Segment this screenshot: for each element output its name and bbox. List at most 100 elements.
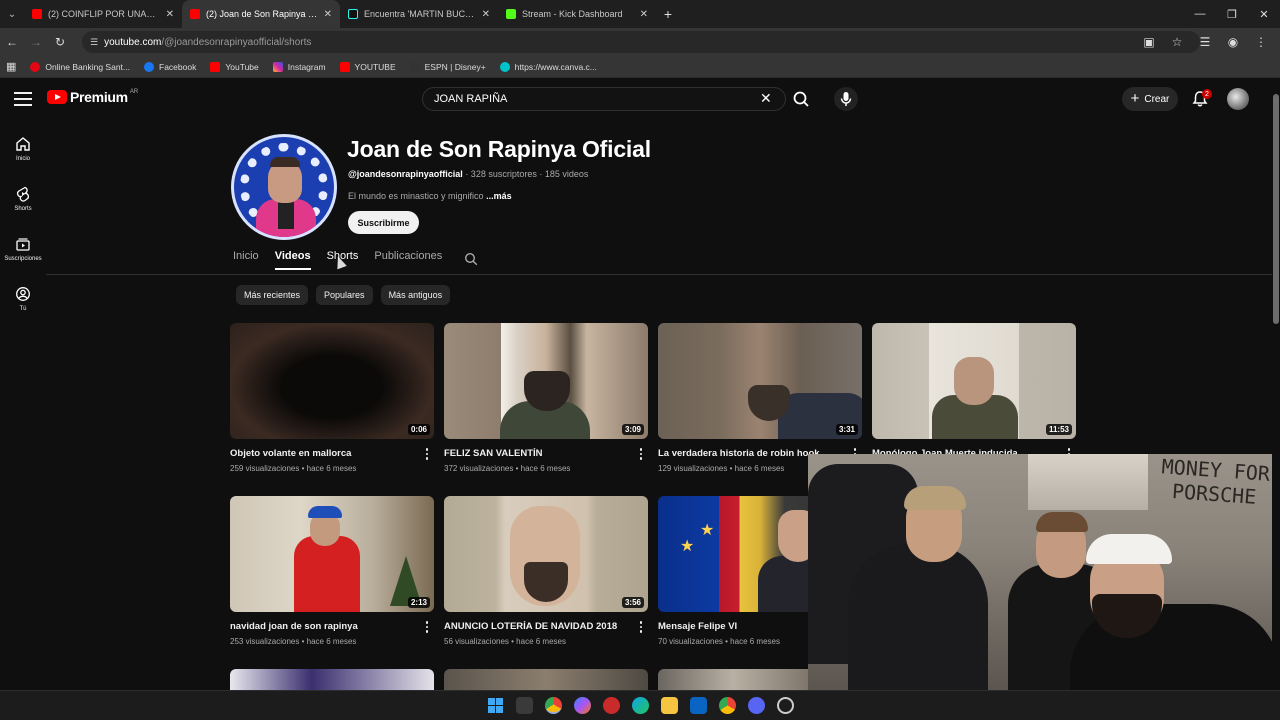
instagram-favicon-icon	[272, 61, 283, 72]
bookmark-item[interactable]: Online Banking Sant...	[30, 61, 130, 72]
close-window-icon[interactable]: ✕	[1248, 0, 1280, 28]
video-thumbnail[interactable]	[230, 669, 434, 690]
file-explorer-icon[interactable]	[660, 697, 678, 714]
red-app-icon[interactable]	[602, 697, 620, 714]
channel-search-icon[interactable]	[464, 252, 478, 266]
webcam-hair-left	[904, 486, 966, 510]
reload-icon[interactable]: ↻	[48, 28, 72, 56]
close-tab-icon[interactable]: ✕	[640, 9, 648, 20]
bookmark-star-icon[interactable]: ☆	[1166, 35, 1188, 49]
chip-oldest[interactable]: Más antiguos	[380, 285, 451, 305]
windows-start-icon[interactable]	[487, 697, 504, 714]
chrome-taskbar-icon[interactable]	[544, 697, 562, 714]
search-button[interactable]	[788, 89, 814, 109]
tab-search-menu-icon[interactable]: ⌄	[0, 0, 24, 28]
edge-icon[interactable]	[631, 697, 649, 714]
bookmark-item[interactable]: YOUTUBE	[339, 61, 396, 72]
create-button[interactable]: + Crear	[1122, 87, 1178, 111]
chrome-menu-icon[interactable]: ⋮	[1250, 35, 1272, 49]
video-card[interactable]: 3:56 ANUNCIO LOTERÍA DE NAVIDAD 2018 56 …	[444, 496, 648, 646]
rail-label: Tú	[19, 306, 27, 312]
browser-tab[interactable]: (2) COINFLIP POR UNAS ZAPATILLAS ✕	[24, 0, 182, 28]
bookmark-item[interactable]: Facebook	[144, 61, 196, 72]
video-thumbnail[interactable]	[658, 669, 808, 690]
site-info-icon[interactable]: ☰	[90, 37, 98, 48]
video-card[interactable]: 11:53 Monólogo Joan Muerte inducida	[872, 323, 1076, 464]
rail-item-you[interactable]: Tú	[0, 274, 46, 324]
profile-icon[interactable]: ◉	[1222, 35, 1244, 49]
address-bar[interactable]: ☰ youtube.com/@joandesonrapinyaofficial/…	[82, 31, 1200, 53]
clear-search-icon[interactable]: ✕	[760, 91, 772, 105]
tab-inicio[interactable]: Inicio	[233, 250, 259, 270]
more-link[interactable]: ...más	[486, 191, 512, 201]
more-actions-icon[interactable]	[638, 620, 644, 634]
close-tab-icon[interactable]: ✕	[324, 9, 332, 20]
bookmark-item[interactable]: Instagram	[272, 61, 326, 72]
video-title[interactable]: navidad joan de son rapinya	[230, 621, 416, 632]
tab-publicaciones[interactable]: Publicaciones	[374, 250, 442, 270]
canva-favicon-icon	[499, 61, 510, 72]
channel-avatar[interactable]	[231, 134, 337, 240]
menu-hamburger-icon[interactable]	[14, 90, 32, 108]
chip-recent[interactable]: Más recientes	[236, 285, 309, 305]
video-thumbnail[interactable]: 3:56	[444, 496, 648, 612]
video-card[interactable]: 0:06 Objeto volante en mallorca 259 visu…	[230, 323, 434, 473]
channel-description[interactable]: El mundo es minastico y mignifico ...más	[348, 191, 512, 201]
close-tab-icon[interactable]: ✕	[482, 9, 490, 20]
google-chrome-icon[interactable]	[718, 697, 736, 714]
rail-item-home[interactable]: Inicio	[0, 124, 46, 174]
video-card[interactable]: 3:09 FELIZ SAN VALENTÍN 372 visualizacio…	[444, 323, 648, 473]
video-thumbnail[interactable]: 2:13	[230, 496, 434, 612]
video-thumbnail[interactable]: 11:53	[872, 323, 1076, 439]
settings-gear-icon[interactable]	[776, 697, 794, 714]
bookmark-item[interactable]: YouTube	[210, 61, 259, 72]
back-arrow-icon[interactable]: ←	[0, 28, 24, 56]
channel-meta: @joandesonrapinyaofficial · 328 suscript…	[348, 169, 588, 179]
video-title[interactable]: Objeto volante en mallorca	[230, 448, 416, 459]
video-card[interactable]: 3:31 La verdadera historia de robin hook…	[658, 323, 862, 473]
search-input[interactable]: JOAN RAPIÑA	[422, 87, 786, 111]
thumb-beard	[524, 371, 570, 411]
restore-icon[interactable]: ❐	[1216, 0, 1248, 28]
video-thumbnail[interactable]	[444, 669, 648, 690]
scrollbar-thumb[interactable]	[1273, 94, 1279, 324]
video-thumbnail[interactable]: 3:31	[658, 323, 862, 439]
rail-item-shorts[interactable]: Shorts	[0, 174, 46, 224]
video-title[interactable]: ANUNCIO LOTERÍA DE NAVIDAD 2018	[444, 621, 630, 632]
browser-tab[interactable]: Encuentra 'MARTIN BUCCIERI' en TikTok ✕	[340, 0, 498, 28]
page-scrollbar[interactable]	[1272, 80, 1280, 690]
browser-tab-active[interactable]: (2) Joan de Son Rapinya Oficial ✕	[182, 0, 340, 28]
bookmark-item[interactable]: https://www.canva.c...	[499, 61, 597, 72]
video-title[interactable]: FELIZ SAN VALENTÍN	[444, 448, 630, 459]
media-control-icon[interactable]: ☰	[1194, 35, 1216, 49]
chip-popular[interactable]: Populares	[316, 285, 373, 305]
voice-search-button[interactable]	[834, 87, 858, 111]
task-view-icon[interactable]	[515, 697, 533, 714]
new-tab-button[interactable]: +	[656, 0, 680, 28]
bookmark-item[interactable]: ESPN | Disney+	[409, 61, 486, 72]
youtube-play-icon	[47, 90, 67, 104]
sort-chips: Más recientes Populares Más antiguos	[236, 285, 451, 305]
youtube-premium-logo[interactable]: Premium AR	[47, 89, 138, 105]
more-actions-icon[interactable]	[638, 447, 644, 461]
minimize-icon[interactable]: —	[1184, 0, 1216, 28]
duration-badge: 3:09	[621, 424, 644, 435]
copilot-icon[interactable]	[573, 697, 591, 714]
rail-item-subscriptions[interactable]: Suscripciones	[0, 224, 46, 274]
more-actions-icon[interactable]	[424, 447, 430, 461]
video-thumbnail[interactable]: 0:06	[230, 323, 434, 439]
subscribe-button[interactable]: Suscribirme	[348, 211, 419, 234]
video-thumbnail[interactable]: 3:09	[444, 323, 648, 439]
forward-arrow-icon[interactable]: →	[24, 28, 48, 56]
apps-grid-icon[interactable]: ▦	[6, 60, 16, 73]
browser-tab[interactable]: Stream - Kick Dashboard ✕	[498, 0, 656, 28]
discord-icon[interactable]	[747, 697, 765, 714]
tab-videos[interactable]: Videos	[274, 250, 311, 270]
close-tab-icon[interactable]: ✕	[166, 9, 174, 20]
toolbar-actions: ▣ ☆ ☰ ◉ ⋮	[1138, 28, 1272, 56]
account-avatar[interactable]	[1227, 88, 1249, 110]
more-actions-icon[interactable]	[424, 620, 430, 634]
outlook-icon[interactable]	[689, 697, 707, 714]
install-app-icon[interactable]: ▣	[1138, 35, 1160, 49]
video-card[interactable]: 2:13 navidad joan de son rapinya 253 vis…	[230, 496, 434, 646]
